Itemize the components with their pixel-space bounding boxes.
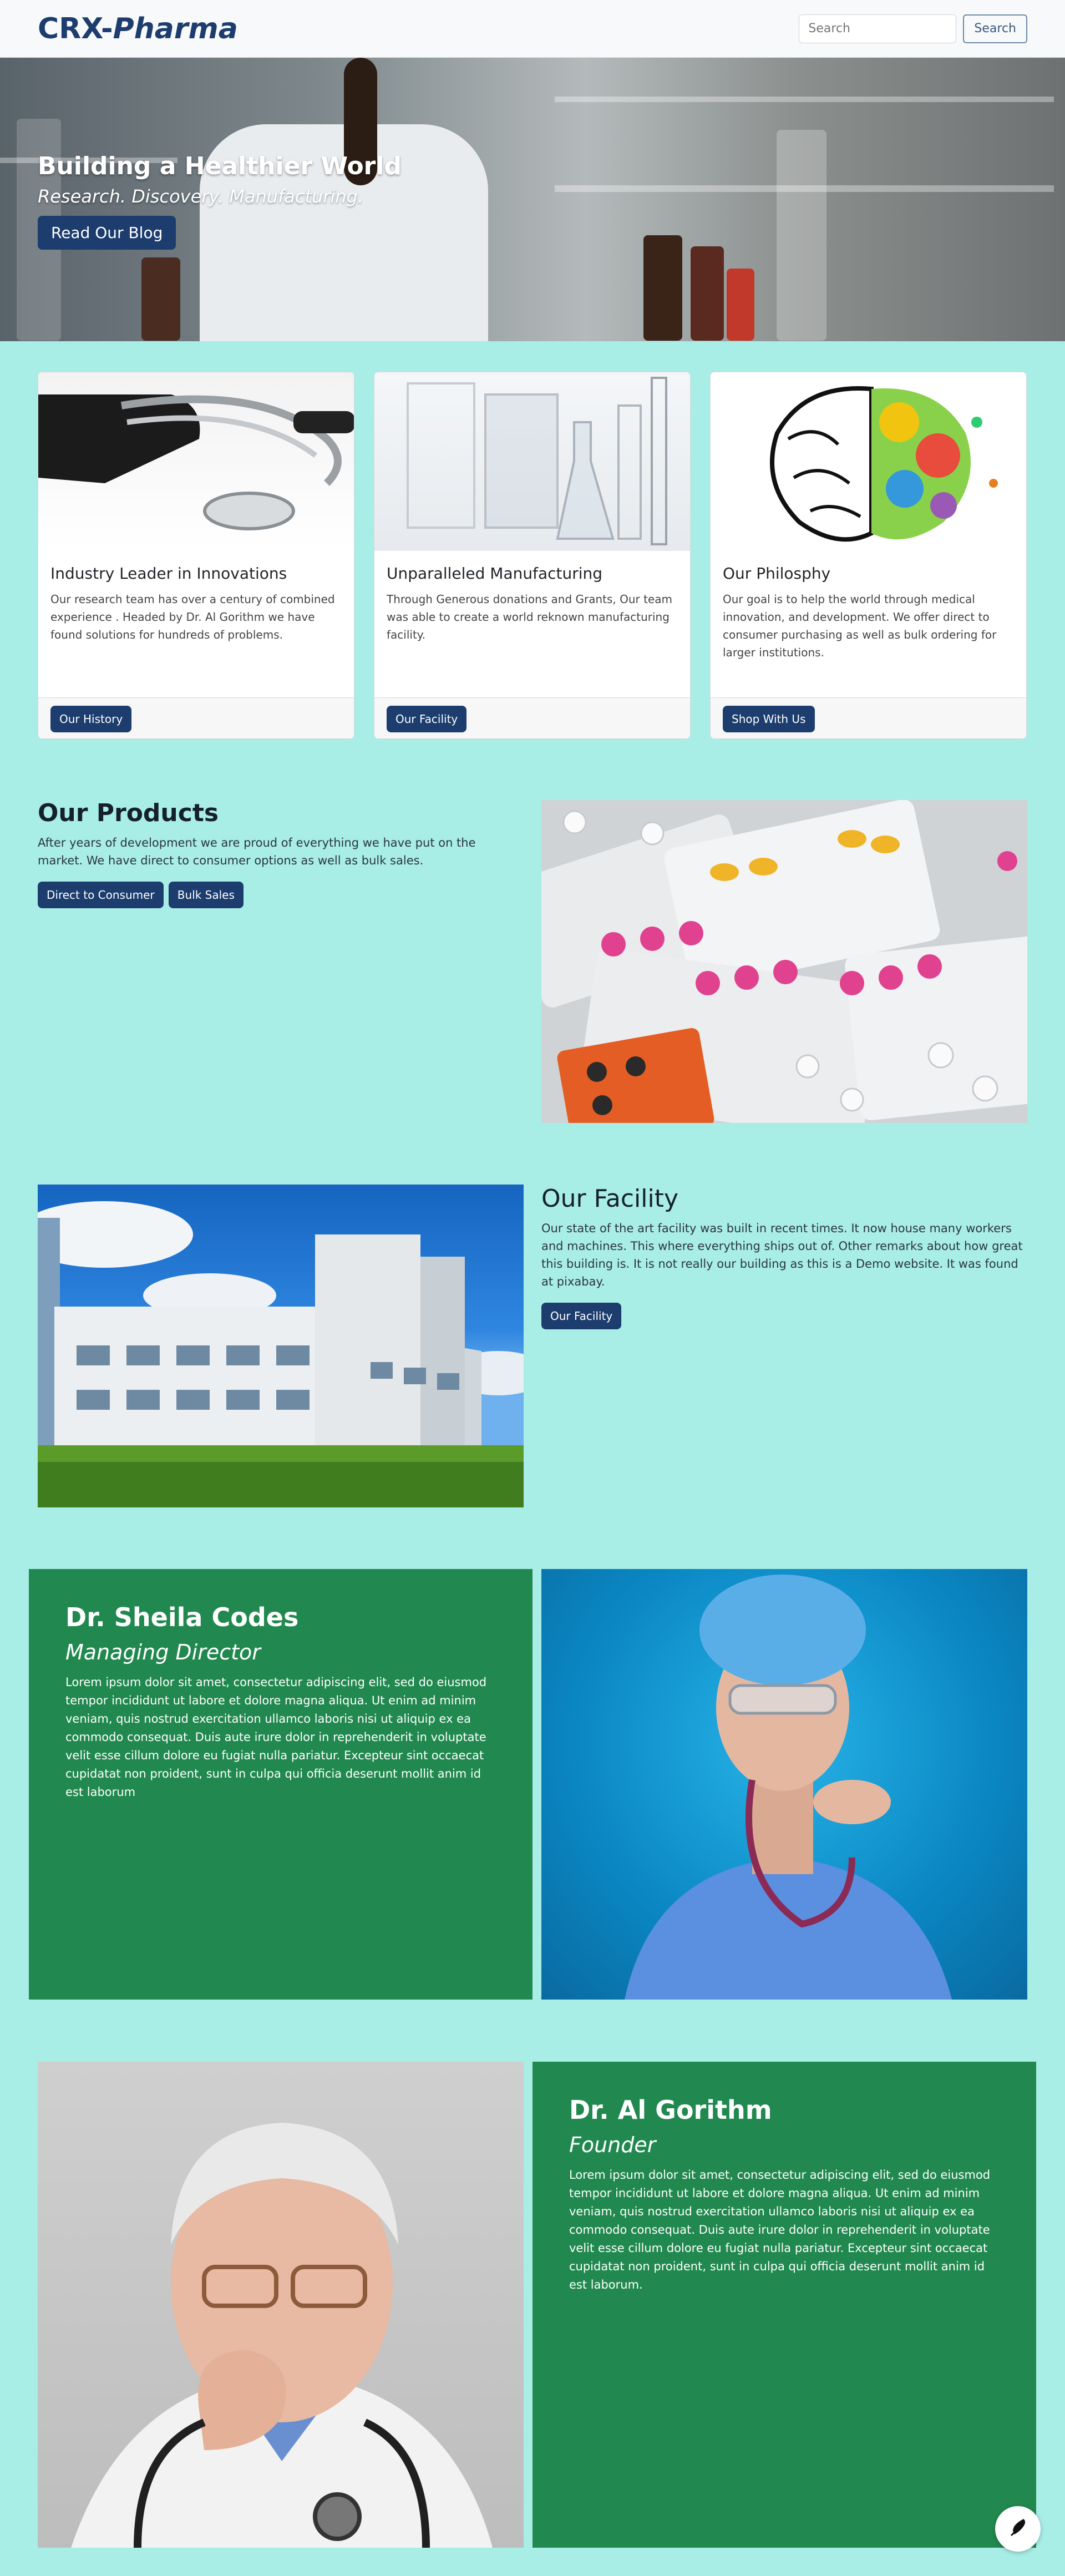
card-manufacturing: Unparalleled Manufacturing Through Gener… xyxy=(374,372,691,739)
shop-with-us-button[interactable]: Shop With Us xyxy=(723,706,815,732)
stethoscope-image xyxy=(38,372,354,551)
card-footer: Shop With Us xyxy=(711,697,1026,738)
bulk-sales-button[interactable]: Bulk Sales xyxy=(168,882,244,908)
our-facility-card-button[interactable]: Our Facility xyxy=(387,706,467,732)
facility-building-image xyxy=(38,1185,524,1507)
person-name: Dr. Al Gorithm xyxy=(569,2095,772,2125)
facility-title: Our Facility xyxy=(541,1185,678,1213)
search-input[interactable] xyxy=(799,14,957,43)
card-footer: Our History xyxy=(38,697,354,738)
card-footer: Our Facility xyxy=(374,697,690,738)
navbar: CRX-Pharma Search xyxy=(0,0,1065,58)
products-section: Our Products After years of development … xyxy=(38,799,515,908)
card-title: Industry Leader in Innovations xyxy=(50,564,287,583)
hero-subtitle: Research. Discovery. Manufacturing. xyxy=(38,186,364,207)
hero-content: Building a Healthier World Research. Dis… xyxy=(38,152,402,250)
doctor-al-photo xyxy=(38,2062,524,2548)
brand-logo[interactable]: CRX-Pharma xyxy=(38,12,238,45)
card-title: Our Philosphy xyxy=(723,564,831,583)
card-text: Our research team has over a century of … xyxy=(50,593,335,641)
products-text: After years of development we are proud … xyxy=(38,836,476,867)
quill-icon xyxy=(1007,2517,1029,2541)
pills-image xyxy=(541,800,1027,1123)
lab-glassware-image xyxy=(374,372,690,551)
card-innovations: Industry Leader in Innovations Our resea… xyxy=(38,372,354,739)
search-button[interactable]: Search xyxy=(963,14,1027,43)
person-bio: Lorem ipsum dolor sit amet, consectetur … xyxy=(65,1676,487,1799)
read-blog-button[interactable]: Read Our Blog xyxy=(38,216,176,250)
facility-section: Our Facility Our state of the art facili… xyxy=(541,1185,1027,1329)
floating-action-button[interactable] xyxy=(995,2506,1041,2552)
search-form: Search xyxy=(799,14,1027,43)
person-role: Managing Director xyxy=(65,1640,261,1664)
card-philosophy: Our Philosphy Our goal is to help the wo… xyxy=(710,372,1027,739)
team-panel-al: Dr. Al Gorithm Founder Lorem ipsum dolor… xyxy=(532,2062,1036,2548)
person-bio: Lorem ipsum dolor sit amet, consectetur … xyxy=(569,2168,991,2291)
brand-text-crx: CRX- xyxy=(38,12,113,45)
person-role: Founder xyxy=(569,2133,656,2157)
card-text: Our goal is to help the world through me… xyxy=(723,593,997,659)
card-title: Unparalleled Manufacturing xyxy=(387,564,603,583)
card-text: Through Generous donations and Grants, O… xyxy=(387,593,673,641)
brain-illustration-image xyxy=(711,372,1026,551)
team-panel-sheila: Dr. Sheila Codes Managing Director Lorem… xyxy=(29,1569,532,2000)
person-name: Dr. Sheila Codes xyxy=(65,1602,299,1632)
hero-banner: Building a Healthier World Research. Dis… xyxy=(0,58,1065,341)
doctor-sheila-photo xyxy=(541,1569,1027,2000)
brand-text-pharma: Pharma xyxy=(113,12,238,45)
direct-to-consumer-button[interactable]: Direct to Consumer xyxy=(38,882,164,908)
products-title: Our Products xyxy=(38,799,219,827)
our-history-button[interactable]: Our History xyxy=(50,706,132,732)
our-facility-button[interactable]: Our Facility xyxy=(541,1303,622,1329)
hero-title: Building a Healthier World xyxy=(38,152,402,180)
facility-text: Our state of the art facility was built … xyxy=(541,1222,1023,1288)
